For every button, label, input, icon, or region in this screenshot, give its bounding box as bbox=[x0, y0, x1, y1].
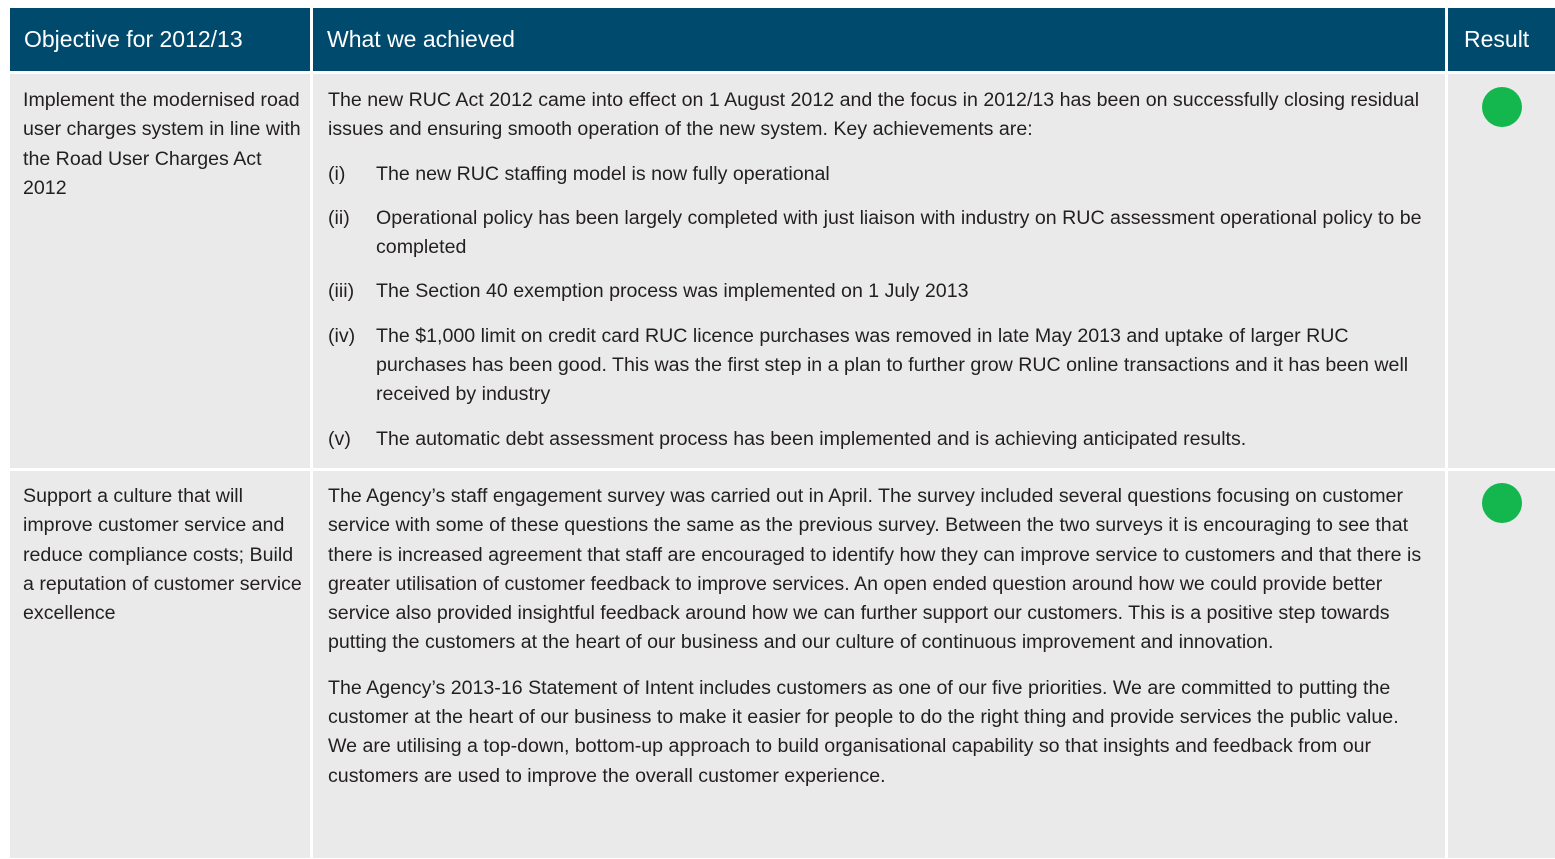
status-dot-green bbox=[1482, 87, 1522, 127]
table-row: Support a culture that will improve cust… bbox=[10, 471, 1555, 858]
list-item-number: (ii) bbox=[328, 206, 350, 229]
achievement-intro: The new RUC Act 2012 came into effect on… bbox=[328, 89, 1420, 141]
list-item: (i) The new RUC staffing model is now fu… bbox=[328, 160, 1431, 189]
table-header: Objective for 2012/13 What we achieved R… bbox=[10, 8, 1555, 71]
list-item: (iv) The $1,000 limit on credit card RUC… bbox=[328, 322, 1431, 410]
list-item: (ii) Operational policy has been largely… bbox=[328, 204, 1431, 263]
list-item-text: The automatic debt assessment process ha… bbox=[376, 427, 1247, 450]
list-item-text: Operational policy has been largely comp… bbox=[376, 206, 1422, 259]
result-cell bbox=[1448, 471, 1555, 858]
list-item-number: (i) bbox=[328, 162, 346, 185]
list-item-number: (iii) bbox=[328, 280, 355, 303]
achievement-cell: The Agency’s staff engagement survey was… bbox=[313, 471, 1445, 858]
objectives-table: Objective for 2012/13 What we achieved R… bbox=[10, 8, 1555, 858]
list-item-text: The $1,000 limit on credit card RUC lice… bbox=[376, 324, 1409, 406]
objective-cell: Support a culture that will improve cust… bbox=[10, 471, 310, 858]
header-achieved: What we achieved bbox=[313, 8, 1445, 71]
achievement-cell: The new RUC Act 2012 came into effect on… bbox=[313, 74, 1445, 468]
list-item: (iii) The Section 40 exemption process w… bbox=[328, 277, 1431, 306]
status-dot-green bbox=[1482, 483, 1522, 523]
result-cell bbox=[1448, 74, 1555, 468]
header-result: Result bbox=[1448, 8, 1555, 71]
list-item: (v) The automatic debt assessment proces… bbox=[328, 425, 1431, 454]
list-item-number: (v) bbox=[328, 427, 351, 450]
list-item-number: (iv) bbox=[328, 324, 356, 347]
header-objective: Objective for 2012/13 bbox=[10, 8, 310, 71]
list-item-text: The Section 40 exemption process was imp… bbox=[376, 280, 969, 303]
table-row: Implement the modernised road user charg… bbox=[10, 74, 1555, 468]
list-item-text: The new RUC staffing model is now fully … bbox=[376, 162, 830, 185]
objective-cell: Implement the modernised road user charg… bbox=[10, 74, 310, 468]
achievement-list: (i) The new RUC staffing model is now fu… bbox=[328, 160, 1431, 454]
achievement-paragraph: The Agency’s staff engagement survey was… bbox=[328, 485, 1422, 654]
achievement-paragraph: The Agency’s 2013-16 Statement of Intent… bbox=[328, 676, 1399, 787]
